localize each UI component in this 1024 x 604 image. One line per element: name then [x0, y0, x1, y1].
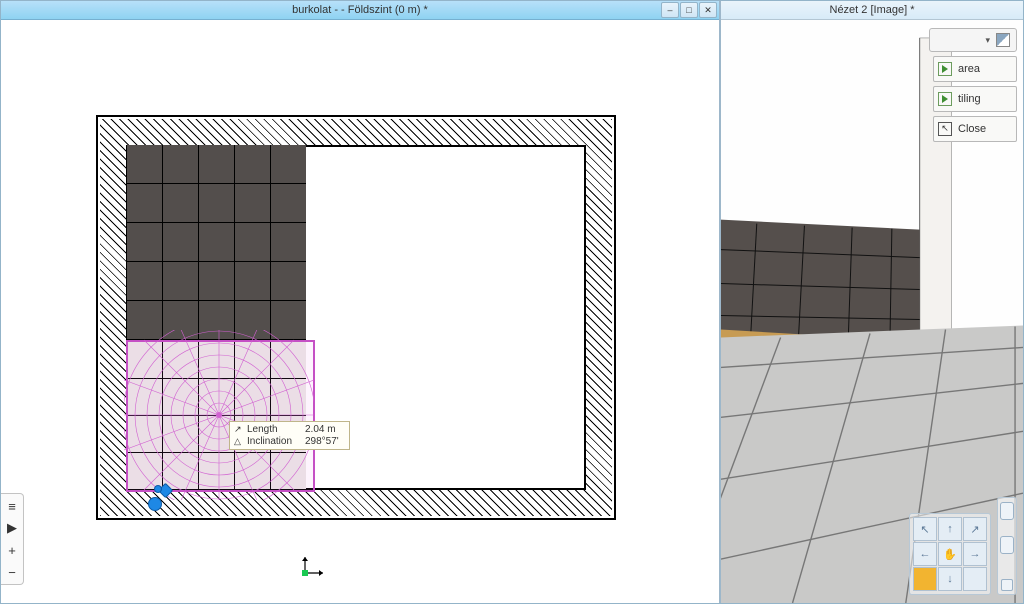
pencil-icon — [996, 33, 1010, 47]
tb-play-icon[interactable]: ▶ — [2, 518, 22, 538]
length-value: 2.04 m — [305, 424, 345, 435]
inclination-symbol-icon: △ — [234, 437, 244, 447]
close-button[interactable]: ↖ Close — [933, 116, 1017, 142]
view3d-titlebar[interactable]: Nézet 2 [Image] * — [721, 1, 1023, 20]
tb-zoom-in-icon[interactable]: + — [2, 540, 22, 560]
tool-dropdown[interactable]: ▾ — [929, 28, 1017, 52]
tb-zoom-out-icon[interactable]: − — [2, 562, 22, 582]
view3d-title: Nézet 2 [Image] * — [830, 4, 915, 16]
view3d-pane: Nézet 2 [Image] * — [721, 1, 1023, 603]
nav-mode-b[interactable] — [963, 567, 987, 591]
floorplan-titlebar[interactable]: burkolat - - Földszint (0 m) * – □ ✕ — [1, 1, 719, 20]
tool-panel: ▾ area tiling ↖ Close — [929, 28, 1017, 142]
minimize-button[interactable]: – — [661, 2, 679, 18]
nav-down-icon[interactable]: ↓ — [938, 567, 962, 591]
floorplan-pane: burkolat - - Földszint (0 m) * – □ ✕ — [1, 1, 721, 603]
window-buttons: – □ ✕ — [661, 2, 717, 18]
slider-knob-mid[interactable] — [1000, 536, 1014, 554]
close-label: Close — [958, 123, 986, 135]
nav-pad: ↖ ↑ ↗ ← ✋ → ↓ — [909, 513, 991, 595]
nav-slider[interactable] — [997, 497, 1017, 595]
nav-upright-icon[interactable]: ↗ — [963, 517, 987, 541]
tiling-button[interactable]: tiling — [933, 86, 1017, 112]
slider-foot[interactable] — [1001, 579, 1013, 591]
play-icon — [938, 92, 952, 106]
nav-mode-a[interactable] — [913, 567, 937, 591]
cursor-icon: ↖ — [938, 122, 952, 136]
length-label: Length — [247, 424, 302, 435]
area-button[interactable]: area — [933, 56, 1017, 82]
measure-tooltip: ↗ Length 2.04 m △ Inclination 298°57' — [229, 421, 350, 450]
nav-upleft-icon[interactable]: ↖ — [913, 517, 937, 541]
nav-left-icon[interactable]: ← — [913, 542, 937, 566]
left-float-toolbar: ≡ ▶ + − — [1, 493, 24, 585]
app-window: burkolat - - Földszint (0 m) * – □ ✕ — [0, 0, 1024, 604]
nav-up-icon[interactable]: ↑ — [938, 517, 962, 541]
axis-gizmo-icon[interactable] — [299, 555, 327, 583]
view3d-canvas[interactable]: ▾ area tiling ↖ Close ↖ — [721, 20, 1023, 603]
chevron-down-icon: ▾ — [985, 35, 990, 46]
inclination-label: Inclination — [247, 436, 302, 447]
drag-handle[interactable] — [148, 497, 162, 511]
nav-cluster: ↖ ↑ ↗ ← ✋ → ↓ — [909, 497, 1017, 595]
light-tile-area[interactable] — [126, 340, 306, 490]
length-symbol-icon: ↗ — [234, 425, 244, 435]
inclination-value: 298°57' — [305, 436, 345, 447]
tiling-label: tiling — [958, 93, 981, 105]
drag-handle-tertiary[interactable] — [154, 485, 162, 493]
floorplan-canvas[interactable]: ↗ Length 2.04 m △ Inclination 298°57' — [1, 20, 719, 603]
nav-pan-icon[interactable]: ✋ — [938, 542, 962, 566]
tb-list-icon[interactable]: ≡ — [2, 496, 22, 516]
maximize-button[interactable]: □ — [680, 2, 698, 18]
slider-knob-top[interactable] — [1000, 502, 1014, 520]
floorplan-title: burkolat - - Földszint (0 m) * — [292, 4, 428, 16]
nav-right-icon[interactable]: → — [963, 542, 987, 566]
floorplan — [96, 115, 616, 520]
dark-tile-area[interactable] — [126, 145, 306, 340]
close-window-button[interactable]: ✕ — [699, 2, 717, 18]
play-icon — [938, 62, 952, 76]
area-label: area — [958, 63, 980, 75]
